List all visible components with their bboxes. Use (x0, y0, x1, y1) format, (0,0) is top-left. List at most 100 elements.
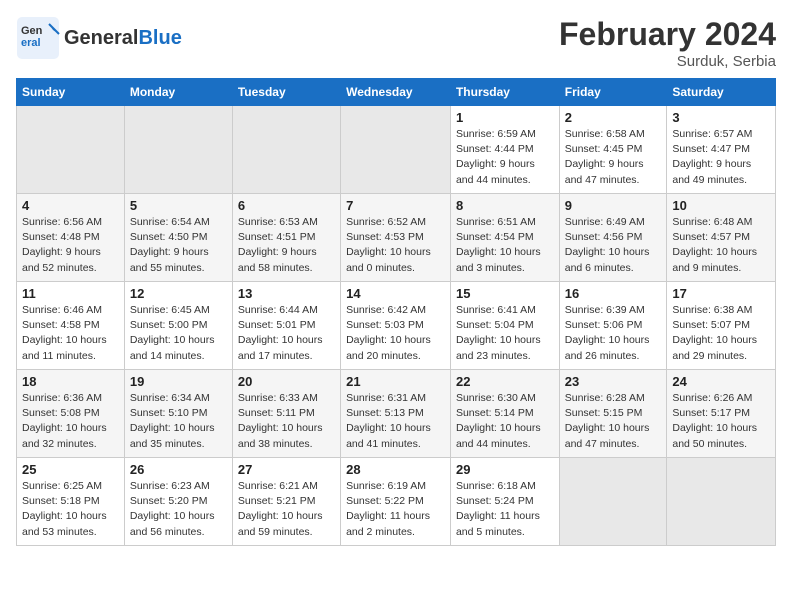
logo-blue-text: Blue (138, 27, 181, 49)
day-info: Sunrise: 6:19 AM Sunset: 5:22 PM Dayligh… (346, 479, 445, 540)
day-number: 15 (456, 286, 554, 301)
day-cell: 26 Sunrise: 6:23 AM Sunset: 5:20 PM Dayli… (124, 458, 232, 546)
day-cell: 16Sunrise: 6:39 AM Sunset: 5:06 PM Dayli… (559, 282, 667, 370)
day-number: 4 (22, 198, 119, 213)
day-number: 7 (346, 198, 445, 213)
day-info: Sunrise: 6:48 AM Sunset: 4:57 PM Dayligh… (672, 215, 770, 276)
day-number: 8 (456, 198, 554, 213)
week-row-4: 18 Sunrise: 6:36 AM Sunset: 5:08 PM Dayli… (17, 370, 776, 458)
day-cell: 2 Sunrise: 6:58 AM Sunset: 4:45 PM Daylig… (559, 106, 667, 194)
day-info: Sunrise: 6:46 AM Sunset: 4:58 PM Dayligh… (22, 303, 119, 364)
day-cell: 23Sunrise: 6:28 AM Sunset: 5:15 PM Dayli… (559, 370, 667, 458)
day-number: 23 (565, 374, 662, 389)
day-number: 9 (565, 198, 662, 213)
day-info: Sunrise: 6:26 AM Sunset: 5:17 PM Dayligh… (672, 391, 770, 452)
day-info: Sunrise: 6:57 AM Sunset: 4:47 PM Dayligh… (672, 127, 770, 188)
day-number: 6 (238, 198, 335, 213)
day-cell: 18 Sunrise: 6:36 AM Sunset: 5:08 PM Dayli… (17, 370, 125, 458)
col-header-sunday: Sunday (17, 79, 125, 106)
day-info: Sunrise: 6:51 AM Sunset: 4:54 PM Dayligh… (456, 215, 554, 276)
day-number: 12 (130, 286, 227, 301)
day-info: Sunrise: 6:18 AM Sunset: 5:24 PM Dayligh… (456, 479, 554, 540)
day-info: Sunrise: 6:36 AM Sunset: 5:08 PM Dayligh… (22, 391, 119, 452)
day-number: 14 (346, 286, 445, 301)
day-cell: 9 Sunrise: 6:49 AM Sunset: 4:56 PM Daylig… (559, 194, 667, 282)
day-cell: 29Sunrise: 6:18 AM Sunset: 5:24 PM Dayli… (450, 458, 559, 546)
day-number: 17 (672, 286, 770, 301)
day-info: Sunrise: 6:44 AM Sunset: 5:01 PM Dayligh… (238, 303, 335, 364)
day-number: 20 (238, 374, 335, 389)
day-info: Sunrise: 6:38 AM Sunset: 5:07 PM Dayligh… (672, 303, 770, 364)
day-info: Sunrise: 6:52 AM Sunset: 4:53 PM Dayligh… (346, 215, 445, 276)
day-info: Sunrise: 6:41 AM Sunset: 5:04 PM Dayligh… (456, 303, 554, 364)
day-number: 27 (238, 462, 335, 477)
day-cell: 27 Sunrise: 6:21 AM Sunset: 5:21 PM Dayli… (232, 458, 340, 546)
day-cell (232, 106, 340, 194)
day-info: Sunrise: 6:53 AM Sunset: 4:51 PM Dayligh… (238, 215, 335, 276)
day-number: 1 (456, 110, 554, 125)
day-info: Sunrise: 6:39 AM Sunset: 5:06 PM Dayligh… (565, 303, 662, 364)
day-number: 28 (346, 462, 445, 477)
day-info: Sunrise: 6:58 AM Sunset: 4:45 PM Dayligh… (565, 127, 662, 188)
day-number: 2 (565, 110, 662, 125)
day-cell: 14 Sunrise: 6:42 AM Sunset: 5:03 PM Dayli… (341, 282, 451, 370)
day-info: Sunrise: 6:56 AM Sunset: 4:48 PM Dayligh… (22, 215, 119, 276)
day-number: 26 (130, 462, 227, 477)
day-number: 11 (22, 286, 119, 301)
page-header: Gen eral GeneralBlue February 2024 Surdu… (16, 16, 776, 70)
col-header-saturday: Saturday (667, 79, 776, 106)
day-cell: 20 Sunrise: 6:33 AM Sunset: 5:11 PM Dayli… (232, 370, 340, 458)
day-cell: 11 Sunrise: 6:46 AM Sunset: 4:58 PM Dayli… (17, 282, 125, 370)
day-cell: 15 Sunrise: 6:41 AM Sunset: 5:04 PM Dayli… (450, 282, 559, 370)
svg-text:eral: eral (21, 37, 41, 49)
day-cell: 21Sunrise: 6:31 AM Sunset: 5:13 PM Dayli… (341, 370, 451, 458)
day-cell (341, 106, 451, 194)
week-row-2: 4 Sunrise: 6:56 AM Sunset: 4:48 PM Daylig… (17, 194, 776, 282)
day-number: 5 (130, 198, 227, 213)
day-info: Sunrise: 6:34 AM Sunset: 5:10 PM Dayligh… (130, 391, 227, 452)
day-cell: 10Sunrise: 6:48 AM Sunset: 4:57 PM Dayli… (667, 194, 776, 282)
day-info: Sunrise: 6:49 AM Sunset: 4:56 PM Dayligh… (565, 215, 662, 276)
day-cell: 5 Sunrise: 6:54 AM Sunset: 4:50 PM Daylig… (124, 194, 232, 282)
month-year-title: February 2024 (559, 16, 776, 53)
day-info: Sunrise: 6:30 AM Sunset: 5:14 PM Dayligh… (456, 391, 554, 452)
day-cell: 19 Sunrise: 6:34 AM Sunset: 5:10 PM Dayli… (124, 370, 232, 458)
day-info: Sunrise: 6:33 AM Sunset: 5:11 PM Dayligh… (238, 391, 335, 452)
day-cell: 3 Sunrise: 6:57 AM Sunset: 4:47 PM Daylig… (667, 106, 776, 194)
day-info: Sunrise: 6:54 AM Sunset: 4:50 PM Dayligh… (130, 215, 227, 276)
day-cell (667, 458, 776, 546)
day-cell: 17 Sunrise: 6:38 AM Sunset: 5:07 PM Dayli… (667, 282, 776, 370)
day-cell: 22 Sunrise: 6:30 AM Sunset: 5:14 PM Dayli… (450, 370, 559, 458)
day-number: 18 (22, 374, 119, 389)
col-header-wednesday: Wednesday (341, 79, 451, 106)
col-header-tuesday: Tuesday (232, 79, 340, 106)
logo-svg: Gen eral (16, 16, 60, 60)
logo-general-text: General (64, 27, 138, 49)
day-cell: 6 Sunrise: 6:53 AM Sunset: 4:51 PM Daylig… (232, 194, 340, 282)
logo: Gen eral GeneralBlue (16, 16, 182, 60)
day-info: Sunrise: 6:23 AM Sunset: 5:20 PM Dayligh… (130, 479, 227, 540)
day-number: 13 (238, 286, 335, 301)
title-area: February 2024 Surduk, Serbia (559, 16, 776, 70)
day-info: Sunrise: 6:45 AM Sunset: 5:00 PM Dayligh… (130, 303, 227, 364)
day-info: Sunrise: 6:31 AM Sunset: 5:13 PM Dayligh… (346, 391, 445, 452)
day-number: 24 (672, 374, 770, 389)
day-info: Sunrise: 6:42 AM Sunset: 5:03 PM Dayligh… (346, 303, 445, 364)
week-row-1: 1Sunrise: 6:59 AM Sunset: 4:44 PM Daylig… (17, 106, 776, 194)
day-info: Sunrise: 6:21 AM Sunset: 5:21 PM Dayligh… (238, 479, 335, 540)
calendar-table: SundayMondayTuesdayWednesdayThursdayFrid… (16, 78, 776, 546)
day-number: 25 (22, 462, 119, 477)
location-subtitle: Surduk, Serbia (559, 53, 776, 70)
day-number: 22 (456, 374, 554, 389)
col-header-thursday: Thursday (450, 79, 559, 106)
day-cell (17, 106, 125, 194)
week-row-3: 11 Sunrise: 6:46 AM Sunset: 4:58 PM Dayli… (17, 282, 776, 370)
day-cell: 1Sunrise: 6:59 AM Sunset: 4:44 PM Daylig… (450, 106, 559, 194)
day-cell: 4 Sunrise: 6:56 AM Sunset: 4:48 PM Daylig… (17, 194, 125, 282)
day-number: 3 (672, 110, 770, 125)
day-number: 19 (130, 374, 227, 389)
day-info: Sunrise: 6:25 AM Sunset: 5:18 PM Dayligh… (22, 479, 119, 540)
col-header-friday: Friday (559, 79, 667, 106)
day-cell: 24 Sunrise: 6:26 AM Sunset: 5:17 PM Dayli… (667, 370, 776, 458)
day-cell: 12 Sunrise: 6:45 AM Sunset: 5:00 PM Dayli… (124, 282, 232, 370)
